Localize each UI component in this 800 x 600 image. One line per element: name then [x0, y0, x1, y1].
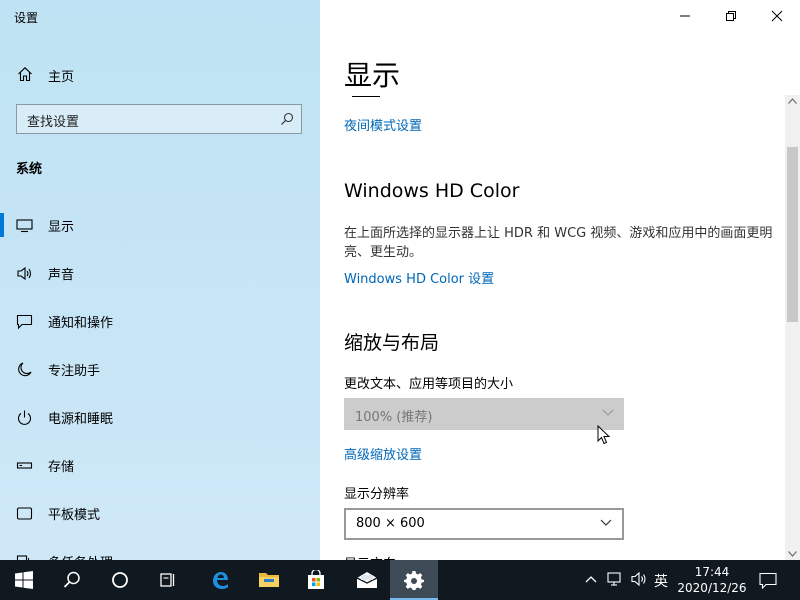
home-icon	[18, 67, 32, 82]
main-content: 显示 夜间模式设置 Windows HD Color 在上面所选择的显示器上让 …	[320, 0, 800, 560]
multitask-icon	[16, 555, 30, 560]
sidebar-item-focus-assist[interactable]: 专注助手	[0, 349, 320, 389]
advanced-scaling-link[interactable]: 高级缩放设置	[344, 444, 422, 463]
resolution-label: 显示分辨率	[344, 487, 410, 502]
search-icon	[63, 571, 80, 588]
home-label: 主页	[48, 70, 75, 85]
start-button[interactable]	[0, 560, 48, 600]
sidebar-item-label: 多任务处理	[48, 552, 113, 560]
moon-icon	[18, 362, 32, 377]
resolution-value: 800 × 600	[356, 516, 425, 531]
clock-time: 17:44	[694, 565, 730, 579]
mail-icon	[356, 572, 378, 588]
home-nav-item[interactable]: 主页	[0, 60, 320, 88]
scroll-down-icon[interactable]	[788, 551, 797, 557]
scroll-up-icon[interactable]	[788, 98, 797, 104]
active-indicator	[0, 213, 4, 237]
search-placeholder: 查找设置	[27, 115, 80, 130]
chevron-down-icon	[600, 519, 612, 526]
file-explorer-button[interactable]	[244, 560, 292, 600]
scale-value: 100% (推荐)	[355, 410, 433, 425]
scale-layout-heading: 缩放与布局	[344, 332, 440, 354]
sidebar-item-power[interactable]: 电源和睡眠	[0, 397, 320, 437]
mail-button[interactable]	[342, 560, 390, 600]
scale-dropdown[interactable]: 100% (推荐)	[344, 398, 624, 430]
orientation-label: 显示方向	[344, 553, 396, 560]
sidebar-item-label: 平板模式	[48, 508, 101, 523]
chevron-down-icon	[602, 409, 614, 416]
sidebar-item-label: 专注助手	[48, 364, 101, 379]
volume-icon[interactable]	[631, 571, 649, 587]
page-title: 显示	[344, 59, 401, 92]
storage-icon	[16, 462, 33, 469]
search-icon	[281, 112, 294, 125]
file-explorer-icon	[259, 573, 279, 587]
tablet-icon	[16, 507, 33, 520]
power-icon	[17, 410, 32, 425]
scrollbar[interactable]	[785, 95, 800, 560]
settings-taskbar-button[interactable]	[390, 560, 438, 600]
sidebar-item-tablet-mode[interactable]: 平板模式	[0, 493, 320, 533]
hd-color-description: 在上面所选择的显示器上让 HDR 和 WCG 视频、游戏和应用中的画面更明亮、更…	[344, 226, 773, 260]
taskbar-search-button[interactable]	[48, 560, 96, 600]
clock[interactable]: 17:44 2020/12/26	[672, 564, 752, 596]
sidebar-item-label: 电源和睡眠	[48, 412, 114, 427]
section-title: 系统	[16, 162, 43, 177]
taskbar: 英 17:44 2020/12/26	[0, 560, 800, 600]
sidebar-item-label: 声音	[48, 268, 75, 283]
edge-button[interactable]	[196, 560, 244, 600]
mouse-cursor	[597, 425, 611, 445]
sidebar-item-storage[interactable]: 存储	[0, 445, 320, 485]
start-icon	[15, 571, 33, 589]
task-view-icon	[160, 573, 175, 587]
scale-label: 更改文本、应用等项目的大小	[344, 377, 514, 392]
notification-icon	[16, 314, 33, 330]
store-button[interactable]	[292, 560, 340, 600]
resolution-dropdown[interactable]: 800 × 600	[344, 508, 624, 540]
show-hidden-icons-icon[interactable]	[585, 575, 597, 583]
monitor-icon	[16, 219, 33, 233]
cortana-icon	[112, 572, 128, 588]
sidebar-item-notifications[interactable]: 通知和操作	[0, 301, 320, 341]
edge-icon	[213, 572, 228, 589]
hd-color-heading: Windows HD Color	[344, 180, 520, 202]
ime-indicator[interactable]: 英	[654, 571, 668, 591]
night-light-settings-link[interactable]: 夜间模式设置	[344, 115, 422, 134]
action-center-icon[interactable]	[759, 572, 777, 590]
sidebar: 设置 主页 查找设置 系统 显示 声音 通知和操作 专注助手 电源和睡眠 存储 …	[0, 0, 320, 560]
cortana-button[interactable]	[96, 560, 144, 600]
sidebar-item-multitasking[interactable]: 多任务处理	[0, 541, 320, 560]
settings-icon	[404, 571, 424, 590]
sidebar-item-label: 通知和操作	[48, 316, 114, 331]
speaker-icon	[17, 266, 32, 281]
title-underline	[352, 96, 380, 97]
store-icon	[308, 570, 324, 589]
scrollbar-thumb[interactable]	[787, 147, 798, 322]
sidebar-item-label: 存储	[48, 460, 75, 475]
sidebar-item-label: 显示	[48, 220, 75, 235]
sidebar-item-display[interactable]: 显示	[0, 205, 320, 245]
hd-color-settings-link[interactable]: Windows HD Color 设置	[344, 268, 494, 287]
network-icon[interactable]	[607, 571, 625, 587]
task-view-button[interactable]	[144, 560, 192, 600]
app-title: 设置	[14, 11, 39, 25]
clock-date: 2020/12/26	[677, 581, 747, 595]
search-input[interactable]: 查找设置	[16, 104, 302, 134]
sidebar-item-sound[interactable]: 声音	[0, 253, 320, 293]
